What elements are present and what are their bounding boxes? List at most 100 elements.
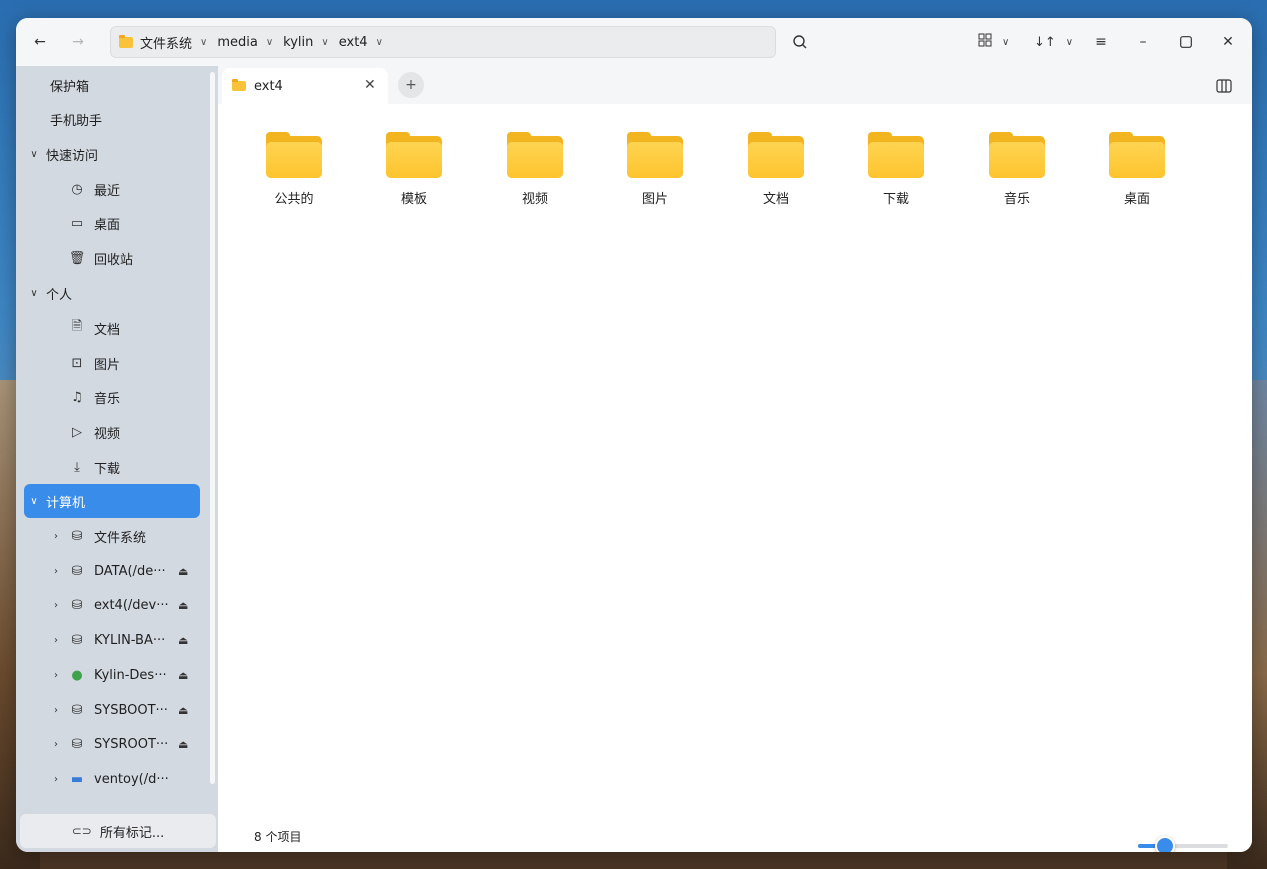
breadcrumb-item[interactable]: ext4 ∨ (339, 35, 383, 50)
sidebar-item-data[interactable]: › ⛁ DATA(/de··· ⏏ (48, 554, 218, 588)
folder-icon (627, 132, 683, 178)
close-icon[interactable]: ✕ (364, 77, 376, 93)
file-name: 公共的 (274, 192, 314, 207)
file-name: 模板 (400, 192, 427, 207)
zoom-slider-handle[interactable] (1155, 836, 1175, 852)
sidebar-item-ventoy[interactable]: › ▬ ventoy(/d··· (48, 762, 169, 796)
header-bar: ← → 文件系统 ∨ media ∨ kylin ∨ ext4 ∨ ∨ ↓↑ ∨… (16, 18, 1252, 66)
eject-icon[interactable]: ⏏ (178, 704, 188, 717)
sidebar-group-label: 个人 (46, 287, 73, 303)
maximize-icon[interactable] (1172, 28, 1200, 56)
sort-button[interactable]: ↓↑ ∨ (1034, 28, 1073, 56)
sidebar-item-label: 下载 (94, 461, 121, 477)
sidebar-item-recent[interactable]: ◷ 最近 (68, 172, 120, 206)
drive-icon: ⛁ (71, 528, 83, 544)
eject-icon[interactable]: ⏏ (178, 669, 188, 682)
tab-ext4[interactable]: ext4 ✕ (222, 68, 388, 104)
chevron-down-icon: ∨ (1002, 36, 1010, 48)
sidebar-item-label: 图片 (94, 357, 121, 373)
folder-item[interactable]: 公共的 (249, 132, 339, 212)
sidebar-item-documents[interactable]: 🗎 文档 (68, 311, 120, 345)
folder-item[interactable]: 音乐 (972, 132, 1062, 212)
all-tags-label: 所有标记... (99, 825, 165, 841)
breadcrumb-label: ext4 (338, 34, 368, 50)
sidebar-item-kylin-desktop[interactable]: › ● Kylin-Des··· ⏏ (48, 658, 218, 692)
breadcrumb-item[interactable]: media ∨ (217, 35, 273, 50)
chevron-down-icon[interactable]: ∨ (376, 37, 383, 48)
trash-icon: 🗑 (68, 250, 86, 266)
sidebar-item-sysroot[interactable]: › ⛁ SYSROOT··· ⏏ (48, 727, 218, 761)
sidebar-item-vault[interactable]: 保护箱 (50, 68, 89, 102)
breadcrumb[interactable]: 文件系统 ∨ media ∨ kylin ∨ ext4 ∨ (110, 26, 776, 58)
file-name: 图片 (641, 192, 668, 207)
folder-item[interactable]: 文档 (731, 132, 821, 212)
menu-icon[interactable]: ≡ (1087, 28, 1115, 56)
eject-icon[interactable]: ⏏ (178, 634, 188, 647)
breadcrumb-item[interactable]: 文件系统 ∨ (119, 33, 207, 52)
file-view: 公共的 模板 视频 图片 文档 下载 音乐 桌面 8 个项目 (218, 104, 1252, 852)
sidebar-item-phone[interactable]: 手机助手 (50, 102, 102, 136)
close-icon[interactable]: ✕ (1214, 28, 1242, 56)
file-name: 文档 (762, 192, 789, 207)
sidebar-item-label: 保护箱 (50, 79, 90, 95)
sidebar-item-sysboot[interactable]: › ⛁ SYSBOOT··· ⏏ (48, 693, 218, 727)
eject-icon[interactable]: ⏏ (178, 565, 188, 578)
view-mode-button[interactable]: ∨ (978, 28, 1009, 56)
chevron-down-icon[interactable]: ∨ (266, 37, 273, 48)
chevron-right-icon: › (54, 738, 58, 750)
eject-icon[interactable]: ⏏ (178, 738, 188, 751)
folder-icon (119, 34, 133, 48)
sidebar-group-computer[interactable]: ∨ 计算机 (26, 484, 85, 518)
sidebar-group-quick-access[interactable]: ∨ 快速访问 (26, 137, 98, 171)
preview-panel-icon[interactable] (1212, 74, 1236, 98)
file-name: 桌面 (1123, 192, 1150, 207)
back-arrow-icon[interactable]: ← (26, 28, 54, 56)
sidebar-item-label: 最近 (94, 183, 121, 199)
file-manager-window: ← → 文件系统 ∨ media ∨ kylin ∨ ext4 ∨ ∨ ↓↑ ∨… (16, 18, 1252, 852)
chevron-down-icon[interactable]: ∨ (321, 37, 328, 48)
disc-icon: ● (71, 667, 83, 683)
minimize-icon[interactable]: – (1129, 28, 1157, 56)
tab-label: ext4 (254, 78, 283, 94)
breadcrumb-label: media (217, 34, 258, 50)
search-icon[interactable] (786, 28, 814, 56)
sidebar-item-kylin-backup[interactable]: › ⛁ KYLIN-BA··· ⏏ (48, 623, 218, 657)
file-name: 视频 (521, 192, 548, 207)
forward-arrow-icon[interactable]: → (64, 28, 92, 56)
sidebar-item-downloads[interactable]: ⤓ 下载 (68, 450, 120, 484)
sidebar-item-videos[interactable]: ▷ 视频 (68, 415, 120, 449)
sidebar-group-label: 计算机 (46, 495, 86, 511)
tag-icon: ⊂⊃ (71, 824, 92, 838)
folder-item[interactable]: 模板 (369, 132, 459, 212)
folder-item[interactable]: 桌面 (1092, 132, 1182, 212)
chevron-right-icon: › (54, 773, 58, 785)
sidebar-item-label: SYSROOT··· (94, 736, 169, 752)
item-count: 8 个项目 (254, 830, 302, 844)
folder-icon (386, 132, 442, 178)
sidebar-item-trash[interactable]: 🗑 回收站 (68, 241, 133, 275)
sidebar-item-music[interactable]: ♫ 音乐 (68, 380, 120, 414)
new-tab-button[interactable]: + (398, 72, 424, 98)
sidebar-item-ext4[interactable]: › ⛁ ext4(/dev··· ⏏ (48, 588, 218, 622)
sidebar-group-label: 快速访问 (46, 148, 99, 164)
folder-item[interactable]: 视频 (490, 132, 580, 212)
sidebar-item-filesystem[interactable]: › ⛁ 文件系统 (48, 519, 146, 553)
breadcrumb-item[interactable]: kylin ∨ (283, 35, 329, 50)
eject-icon[interactable]: ⏏ (178, 599, 188, 612)
chevron-down-icon[interactable]: ∨ (200, 37, 207, 48)
sidebar-item-label: ext4(/dev··· (94, 597, 169, 613)
folder-icon (989, 132, 1045, 178)
folder-item[interactable]: 下载 (851, 132, 941, 212)
chevron-right-icon: › (54, 599, 58, 611)
folder-item[interactable]: 图片 (610, 132, 700, 212)
document-icon: 🗎 (71, 319, 83, 334)
all-tags-button[interactable]: ⊂⊃ 所有标记... (20, 814, 216, 848)
sidebar-group-personal[interactable]: ∨ 个人 (26, 276, 72, 310)
sidebar-item-desktop[interactable]: ▭ 桌面 (68, 206, 120, 240)
video-icon: ▷ (72, 424, 82, 440)
sidebar-item-pictures[interactable]: ⊡ 图片 (68, 346, 120, 380)
zoom-slider[interactable] (1138, 836, 1228, 852)
download-icon: ⤓ (74, 459, 80, 475)
sidebar-item-label: 音乐 (94, 391, 121, 407)
chevron-down-icon: ∨ (30, 148, 38, 160)
